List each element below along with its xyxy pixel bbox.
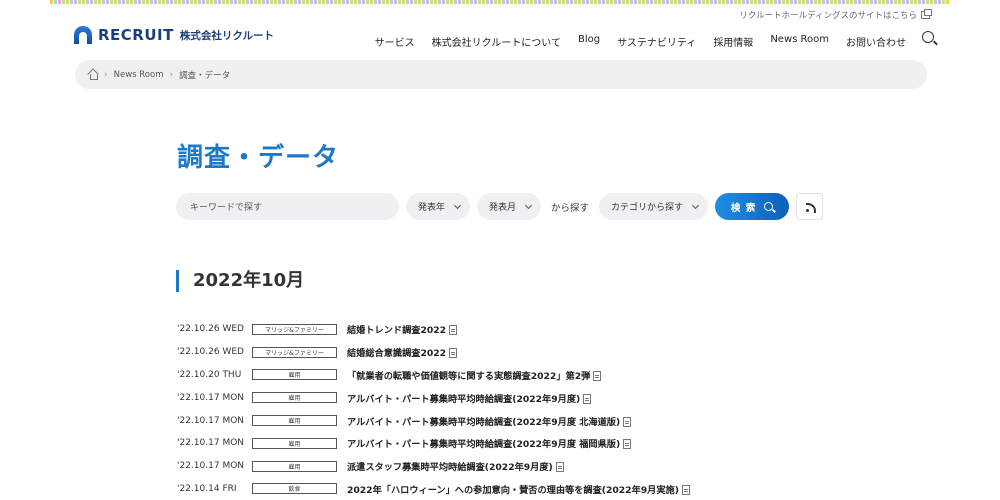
news-title-link[interactable]: アルバイト・パート募集時平均時給調査(2022年9月度 福岡県版)	[347, 436, 632, 450]
breadcrumb-separator: ›	[104, 69, 108, 80]
global-nav: サービス 株式会社リクルートについて Blog サステナビリティ 採用情報 Ne…	[375, 34, 906, 49]
search-button-label: 検 索	[730, 202, 757, 214]
news-date: '22.10.17 MON	[177, 438, 245, 449]
news-list-item[interactable]: '22.10.17 MON 雇用 アルバイト・パート募集時平均時給調査(2022…	[177, 432, 877, 455]
home-icon[interactable]	[88, 70, 98, 80]
year-select-label: 発表年	[418, 203, 446, 213]
year-select[interactable]: 発表年	[406, 193, 471, 220]
pdf-icon	[555, 462, 564, 473]
news-list-item[interactable]: '22.10.14 FRI 飲食 2022年「ハロウィーン」への参加意向・賛否の…	[177, 478, 877, 500]
keyword-search-input[interactable]: キーワードで探す	[176, 193, 399, 220]
news-category-tag[interactable]: 雇用	[252, 460, 337, 472]
nav-item-contact[interactable]: お問い合わせ	[846, 34, 906, 49]
rss-icon[interactable]	[796, 193, 824, 220]
chevron-down-icon	[524, 201, 533, 209]
news-date: '22.10.17 MON	[177, 392, 245, 403]
page-title: 調査・データ	[177, 143, 340, 173]
recruit-logo[interactable]: RECRUIT 株式会社リクルート	[74, 26, 274, 44]
nav-item-about[interactable]: 株式会社リクルートについて	[432, 34, 561, 49]
news-category-tag[interactable]: マリッジ&ファミリー	[252, 346, 337, 358]
news-title-link[interactable]: 結婚トレンド調査2022	[347, 322, 458, 336]
news-category-tag[interactable]: マリッジ&ファミリー	[252, 323, 337, 335]
breadcrumb-separator: ›	[169, 69, 174, 80]
month-heading: 2022年10月	[176, 270, 304, 292]
news-category-tag[interactable]: 雇用	[252, 437, 337, 449]
news-list-item[interactable]: '22.10.17 MON 雇用 アルバイト・パート募集時平均時給調査(2022…	[177, 409, 877, 432]
external-link-icon	[921, 9, 932, 19]
news-list: '22.10.26 WED マリッジ&ファミリー 結婚トレンド調査2022 '2…	[177, 318, 877, 500]
rainbow-stripe	[50, 0, 950, 4]
breadcrumb-news-room[interactable]: News Room	[114, 70, 164, 80]
logo-text-jp: 株式会社リクルート	[179, 29, 275, 42]
category-select-label: カテゴリから探す	[611, 203, 684, 213]
search-icon	[764, 202, 774, 211]
news-title-link[interactable]: アルバイト・パート募集時平均時給調査(2022年9月度 北海道版)	[347, 414, 632, 428]
news-date: '22.10.17 MON	[177, 415, 245, 426]
chevron-down-icon	[453, 201, 462, 209]
nav-item-sustainability[interactable]: サステナビリティ	[617, 34, 696, 49]
search-button[interactable]: 検 索	[715, 193, 790, 220]
recruit-logo-mark-icon	[74, 26, 92, 44]
nav-item-blog[interactable]: Blog	[578, 34, 600, 49]
chevron-down-icon	[692, 201, 700, 209]
news-date: '22.10.17 MON	[177, 461, 245, 472]
category-select[interactable]: カテゴリから探す	[599, 193, 709, 220]
pdf-icon	[623, 439, 632, 450]
news-category-tag[interactable]: 雇用	[252, 415, 337, 427]
search-bar: キーワードで探す 発表年 発表月 から探す カテゴリから探す 検 索	[176, 193, 824, 220]
news-date: '22.10.26 WED	[177, 347, 244, 358]
news-title-link[interactable]: アルバイト・パート募集時平均時給調査(2022年9月度)	[347, 391, 592, 405]
month-select[interactable]: 発表月	[477, 193, 542, 220]
holdings-site-link[interactable]: リクルートホールディングスのサイトはこちら	[739, 9, 932, 21]
pdf-icon	[681, 484, 690, 495]
from-label: から探す	[551, 202, 590, 214]
holdings-site-link-label[interactable]: リクルートホールディングスのサイトはこちら	[739, 9, 917, 21]
news-list-item[interactable]: '22.10.26 WED マリッジ&ファミリー 結婚トレンド調査2022	[177, 318, 877, 341]
news-date: '22.10.14 FRI	[177, 483, 237, 494]
keyword-search-placeholder: キーワードで探す	[190, 203, 263, 213]
news-category-tag[interactable]: 飲食	[252, 483, 337, 495]
breadcrumb-current: 調査・データ	[179, 70, 231, 81]
news-list-item[interactable]: '22.10.17 MON 雇用 アルバイト・パート募集時平均時給調査(2022…	[177, 386, 877, 409]
news-category-tag[interactable]: 雇用	[252, 392, 337, 404]
news-title-link[interactable]: 派遣スタッフ募集時平均時給調査(2022年9月度)	[347, 459, 564, 473]
news-title-link[interactable]: 結婚総合意識調査2022	[347, 345, 458, 359]
pdf-icon	[583, 393, 592, 404]
news-list-item[interactable]: '22.10.26 WED マリッジ&ファミリー 結婚総合意識調査2022	[177, 341, 877, 364]
logo-text-en: RECRUIT	[98, 26, 174, 44]
search-icon[interactable]	[922, 31, 934, 43]
nav-item-services[interactable]: サービス	[375, 34, 415, 49]
news-title-link[interactable]: 「就業者の転職や価値観等に関する実態調査2022」第2弾	[347, 368, 602, 382]
nav-item-careers[interactable]: 採用情報	[713, 34, 753, 49]
breadcrumb: › News Room › 調査・データ	[75, 60, 927, 89]
pdf-icon	[449, 325, 458, 336]
pdf-icon	[623, 416, 632, 427]
news-category-tag[interactable]: 雇用	[252, 369, 337, 381]
nav-item-news-room[interactable]: News Room	[770, 34, 829, 49]
news-title-link[interactable]: 2022年「ハロウィーン」への参加意向・賛否の理由等を調査(2022年9月実施)	[347, 482, 690, 496]
news-date: '22.10.26 WED	[177, 324, 244, 335]
news-date: '22.10.20 THU	[177, 369, 242, 380]
news-list-item[interactable]: '22.10.17 MON 雇用 派遣スタッフ募集時平均時給調査(2022年9月…	[177, 455, 877, 478]
news-list-item[interactable]: '22.10.20 THU 雇用 「就業者の転職や価値観等に関する実態調査202…	[177, 364, 877, 387]
pdf-icon	[449, 348, 458, 359]
month-select-label: 発表月	[489, 203, 517, 213]
pdf-icon	[593, 370, 602, 381]
